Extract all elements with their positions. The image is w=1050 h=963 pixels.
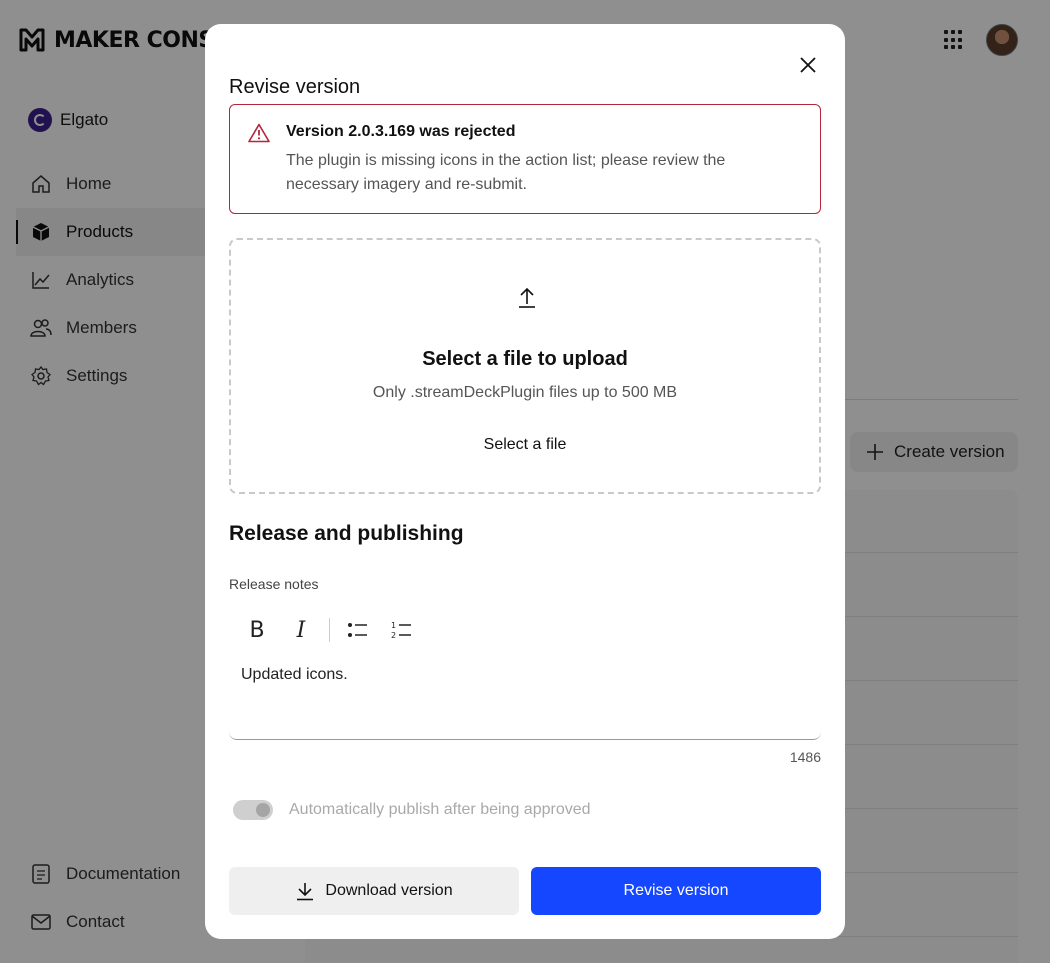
bold-icon[interactable]: B	[245, 618, 269, 643]
section-title: Release and publishing	[229, 522, 464, 545]
toolbar-separator	[329, 618, 330, 642]
warning-icon	[248, 123, 270, 143]
bullet-list-icon[interactable]	[346, 618, 370, 642]
release-notes-text[interactable]: Updated icons.	[229, 650, 821, 700]
dialog-title: Revise version	[229, 76, 361, 98]
revise-version-label: Revise version	[623, 882, 729, 899]
download-icon	[297, 883, 314, 901]
download-version-label: Download version	[325, 882, 453, 899]
alert-message: The plugin is missing icons in the actio…	[286, 152, 726, 193]
editor-toolbar: B I 12	[229, 610, 821, 650]
revise-version-button[interactable]: Revise version	[531, 867, 821, 915]
upload-icon	[519, 287, 535, 308]
release-notes-label: Release notes	[229, 576, 319, 592]
download-version-button[interactable]: Download version	[229, 867, 519, 915]
svg-text:1: 1	[391, 621, 396, 630]
alert-title: Version 2.0.3.169 was rejected	[286, 123, 516, 140]
character-count: 1486	[789, 749, 821, 765]
auto-publish-toggle[interactable]	[233, 800, 273, 820]
revise-version-dialog: Revise version Version 2.0.3.169 was rej…	[205, 24, 845, 939]
select-file-button[interactable]: Select a file	[231, 436, 819, 454]
italic-icon[interactable]: I	[289, 618, 313, 643]
svg-text:2: 2	[391, 631, 396, 640]
rejection-alert: Version 2.0.3.169 was rejected The plugi…	[229, 104, 821, 214]
close-icon[interactable]	[797, 54, 819, 76]
dropzone-hint: Only .streamDeckPlugin files up to 500 M…	[372, 384, 678, 401]
dropzone-title: Select a file to upload	[422, 348, 628, 370]
numbered-list-icon[interactable]: 12	[390, 618, 414, 642]
auto-publish-row: Automatically publish after being approv…	[233, 800, 591, 820]
auto-publish-label: Automatically publish after being approv…	[289, 801, 591, 818]
release-notes-editor[interactable]: B I 12 Updated icons.	[229, 610, 821, 740]
file-dropzone[interactable]: Select a file to upload Only .streamDeck…	[229, 238, 821, 494]
